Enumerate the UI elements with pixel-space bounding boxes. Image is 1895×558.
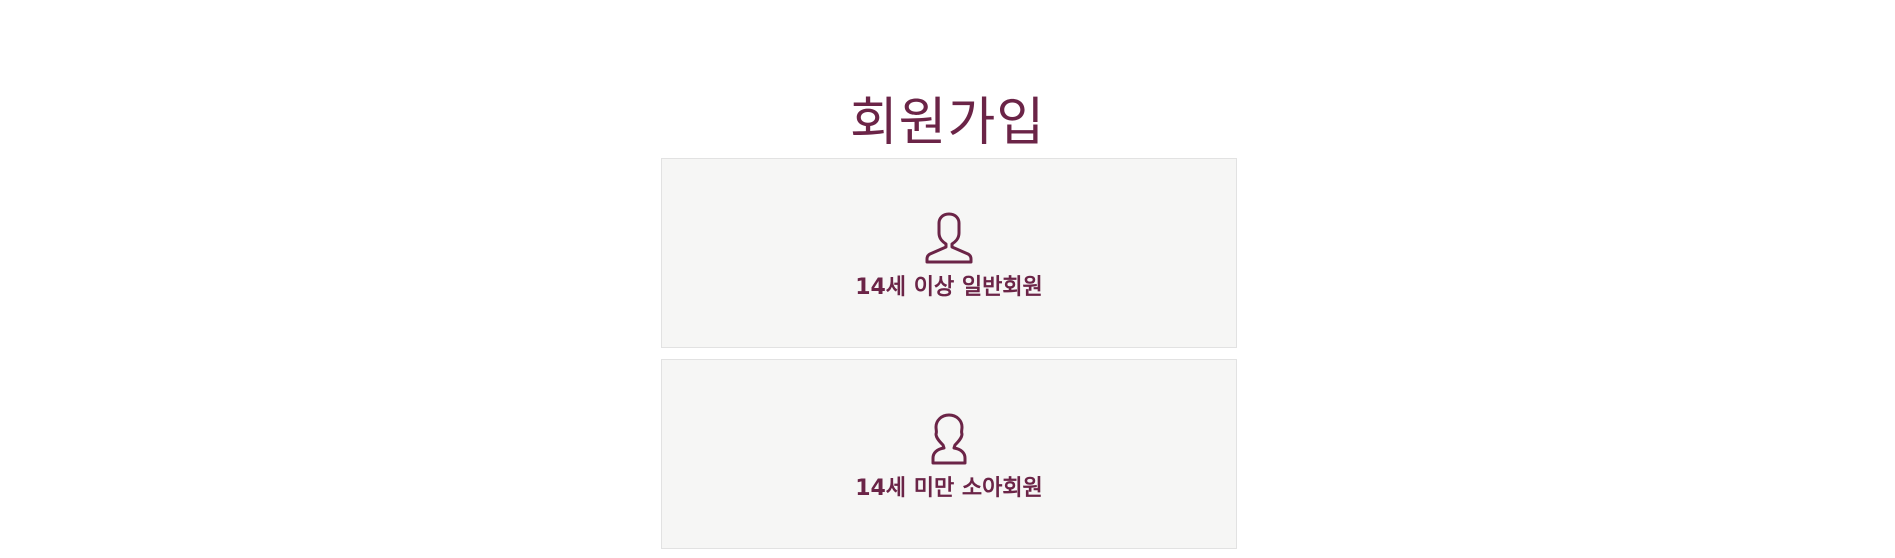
child-member-label: 14세 미만 소아회원 [855,476,1043,501]
child-user-icon [921,412,977,466]
page-title: 회원가입 [849,92,1046,153]
adult-member-option[interactable]: 14세 이상 일반회원 [661,158,1237,348]
adult-user-icon [921,211,977,265]
signup-page: 회원가입 14세 이상 일반회원 14세 미만 소아회원 [0,0,1895,558]
adult-member-label: 14세 이상 일반회원 [855,275,1043,300]
child-member-option[interactable]: 14세 미만 소아회원 [661,359,1237,549]
